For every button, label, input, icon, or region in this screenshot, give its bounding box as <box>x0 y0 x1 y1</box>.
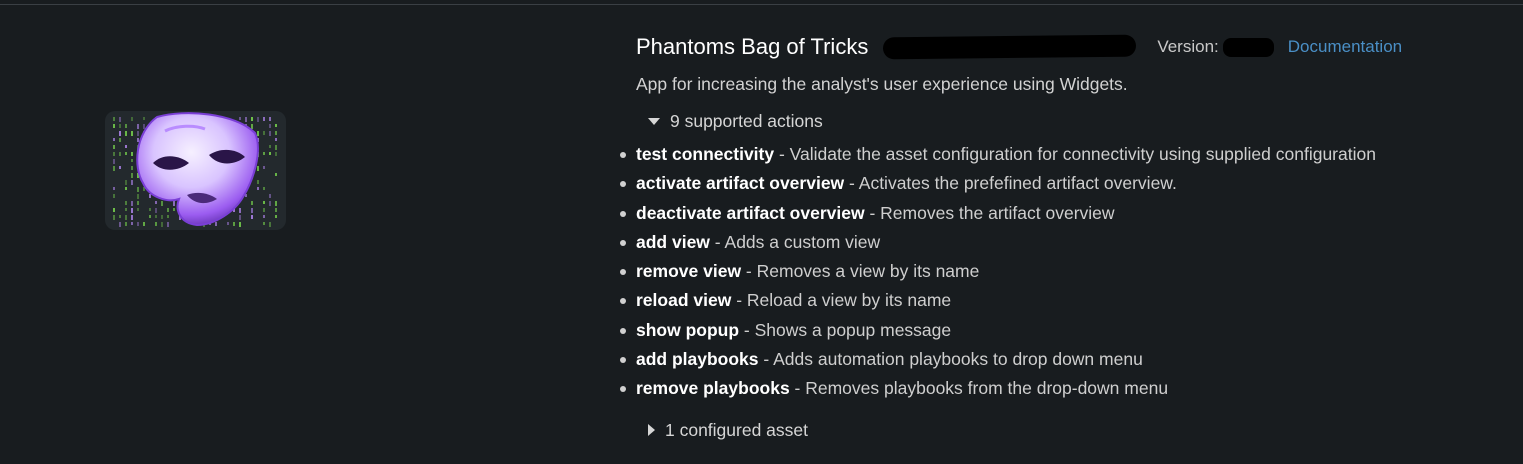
action-description: Shows a popup message <box>754 319 952 340</box>
action-name: deactivate artifact overview <box>636 202 865 223</box>
action-description: Removes a view by its name <box>756 261 980 282</box>
app-header: Phantoms Bag of Tricks Version: Document… <box>636 30 1516 64</box>
action-separator: - <box>741 261 757 282</box>
action-description: Adds a custom view <box>724 231 881 252</box>
app-logo <box>105 111 286 230</box>
action-description: Removes playbooks from the drop-down men… <box>805 378 1169 399</box>
action-separator: - <box>774 144 790 164</box>
redaction-bar <box>883 34 1137 60</box>
app-description: App for increasing the analyst's user ex… <box>636 74 1128 94</box>
bullet-icon <box>620 269 626 276</box>
documentation-link[interactable]: Documentation <box>1288 37 1402 57</box>
action-separator: - <box>709 231 725 252</box>
bullet-icon <box>620 239 626 246</box>
action-item: remove playbooks - Removes playbooks fro… <box>620 374 1516 403</box>
theater-mask-icon <box>113 112 277 227</box>
action-description: Validate the asset configuration for con… <box>789 144 1376 164</box>
app-info-panel: Phantoms Bag of Tricks Version: Document… <box>620 30 1516 441</box>
action-item: add view - Adds a custom view <box>620 228 1516 257</box>
action-separator: - <box>739 319 755 340</box>
action-description: Adds automation playbooks to drop down m… <box>773 349 1143 370</box>
action-name: add view <box>636 231 710 252</box>
version-label: Version: <box>1157 37 1219 56</box>
action-item: remove view - Removes a view by its name <box>620 257 1516 286</box>
configured-assets-toggle[interactable]: 1 configured asset <box>648 420 1516 441</box>
bullet-icon <box>620 327 626 334</box>
action-item: activate artifact overview - Activates t… <box>620 169 1516 198</box>
action-item: deactivate artifact overview - Removes t… <box>620 199 1516 228</box>
action-separator: - <box>844 173 859 194</box>
bullet-icon <box>620 298 626 305</box>
action-name: reload view <box>636 290 732 311</box>
supported-actions-label: 9 supported actions <box>670 111 823 131</box>
action-separator: - <box>731 290 747 311</box>
action-name: remove playbooks <box>636 378 790 399</box>
action-name: add playbooks <box>636 349 759 370</box>
action-item: show popup - Shows a popup message <box>620 316 1516 345</box>
configured-assets-label: 1 configured asset <box>665 419 809 440</box>
action-name: show popup <box>636 319 740 340</box>
action-description: Activates the prefefined artifact overvi… <box>858 173 1177 194</box>
action-description: Reload a view by its name <box>746 290 952 311</box>
action-separator: - <box>864 202 881 223</box>
bullet-icon <box>620 210 626 217</box>
action-name: test connectivity <box>636 144 775 164</box>
version-redaction-bar <box>1222 37 1274 57</box>
action-name: activate artifact overview <box>636 173 845 194</box>
caret-down-icon <box>648 118 660 125</box>
app-title: Phantoms Bag of Tricks <box>636 34 869 59</box>
action-item: add playbooks - Adds automation playbook… <box>620 345 1516 374</box>
actions-list: test connectivity - Validate the asset c… <box>620 140 1516 404</box>
action-description: Removes the artifact overview <box>880 202 1115 223</box>
supported-actions-toggle[interactable]: 9 supported actions <box>648 111 1516 132</box>
bullet-icon <box>620 357 626 364</box>
bullet-icon <box>620 181 626 188</box>
action-item: reload view - Reload a view by its name <box>620 286 1516 315</box>
caret-right-icon <box>648 424 655 437</box>
action-separator: - <box>758 349 774 370</box>
action-separator: - <box>789 378 806 399</box>
bullet-icon <box>620 386 626 393</box>
bullet-icon <box>620 152 626 158</box>
action-name: remove view <box>636 261 742 282</box>
action-item: test connectivity - Validate the asset c… <box>620 140 1516 169</box>
top-divider <box>0 4 1523 5</box>
